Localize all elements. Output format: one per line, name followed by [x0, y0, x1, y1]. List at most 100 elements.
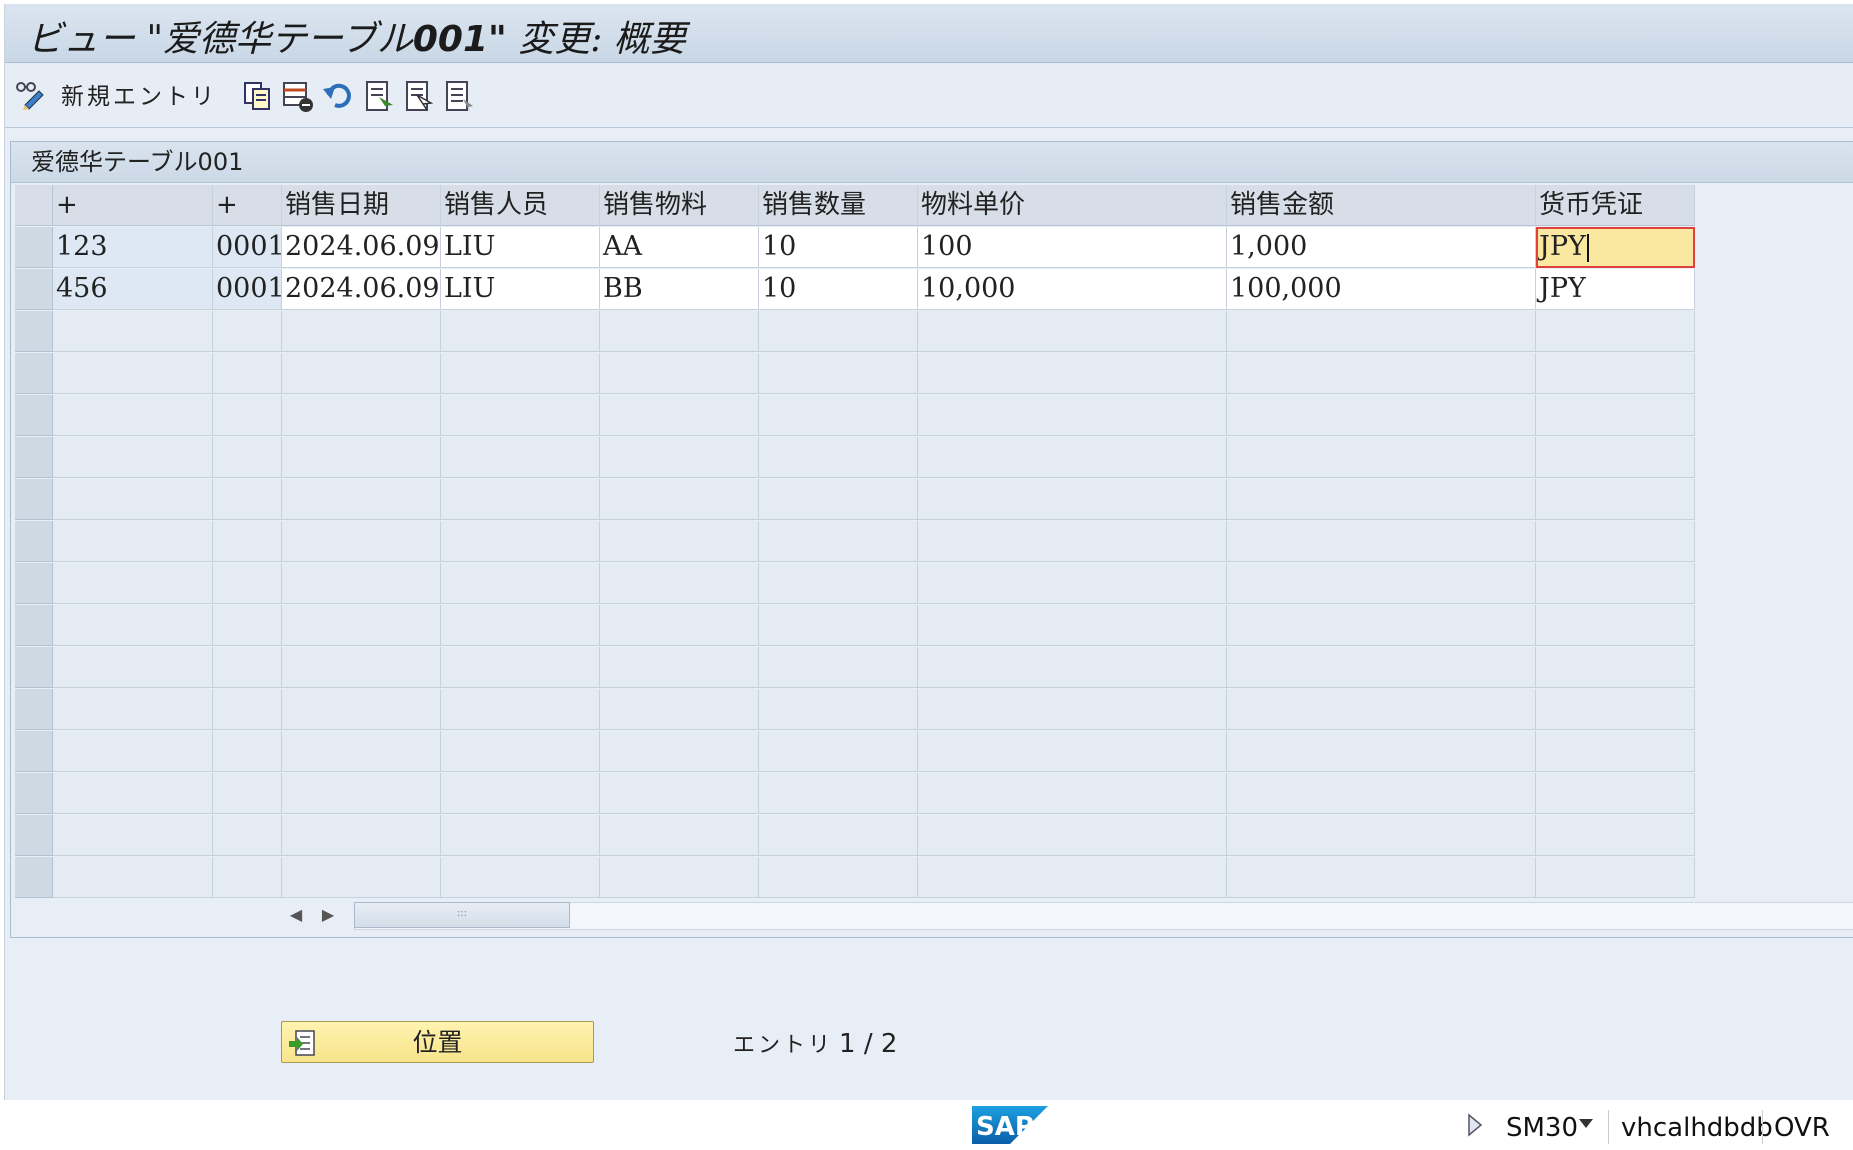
empty-cell[interactable]: [282, 521, 441, 562]
empty-cell[interactable]: [759, 857, 918, 898]
cell-sales-person-col[interactable]: LIU: [441, 227, 600, 268]
row-selector[interactable]: [15, 689, 53, 730]
column-header-sales-material-col[interactable]: 销售物料: [600, 185, 759, 226]
empty-cell[interactable]: [1227, 773, 1536, 814]
empty-cell[interactable]: [53, 647, 213, 688]
empty-cell[interactable]: [600, 815, 759, 856]
empty-cell[interactable]: [213, 689, 282, 730]
empty-cell[interactable]: [441, 857, 600, 898]
empty-cell[interactable]: [441, 689, 600, 730]
empty-cell[interactable]: [1227, 605, 1536, 646]
empty-cell[interactable]: [282, 563, 441, 604]
empty-cell[interactable]: [1227, 353, 1536, 394]
row-selector[interactable]: [15, 479, 53, 520]
empty-cell[interactable]: [282, 815, 441, 856]
empty-cell[interactable]: [759, 479, 918, 520]
empty-cell[interactable]: [600, 689, 759, 730]
horizontal-scrollbar[interactable]: ◀ ▶ :::: [284, 900, 1853, 930]
column-header-unit-price-col[interactable]: 物料单价: [918, 185, 1227, 226]
empty-cell[interactable]: [1536, 857, 1695, 898]
empty-cell[interactable]: [441, 647, 600, 688]
empty-cell[interactable]: [53, 479, 213, 520]
empty-cell[interactable]: [759, 815, 918, 856]
row-selector[interactable]: [15, 311, 53, 352]
cell-sales-amount-col[interactable]: 100,000: [1227, 269, 1536, 310]
empty-cell[interactable]: [1536, 647, 1695, 688]
empty-cell[interactable]: [1536, 353, 1695, 394]
empty-cell[interactable]: [53, 857, 213, 898]
empty-cell[interactable]: [53, 773, 213, 814]
empty-cell[interactable]: [53, 311, 213, 352]
empty-cell[interactable]: [53, 353, 213, 394]
empty-cell[interactable]: [918, 521, 1227, 562]
select-all-icon[interactable]: [363, 79, 397, 113]
row-selector[interactable]: [15, 269, 53, 310]
empty-cell[interactable]: [759, 731, 918, 772]
empty-cell[interactable]: [282, 605, 441, 646]
empty-cell[interactable]: [1536, 437, 1695, 478]
empty-cell[interactable]: [1536, 563, 1695, 604]
empty-cell[interactable]: [441, 479, 600, 520]
scroll-thumb[interactable]: :::: [354, 902, 570, 928]
row-selector[interactable]: [15, 353, 53, 394]
empty-cell[interactable]: [53, 815, 213, 856]
empty-cell[interactable]: [282, 353, 441, 394]
delete-icon[interactable]: [281, 79, 315, 113]
empty-cell[interactable]: [918, 479, 1227, 520]
empty-cell[interactable]: [282, 395, 441, 436]
cell-sales-qty-col[interactable]: 10: [759, 269, 918, 310]
empty-cell[interactable]: [759, 605, 918, 646]
empty-cell[interactable]: [441, 437, 600, 478]
empty-cell[interactable]: [918, 605, 1227, 646]
empty-cell[interactable]: [1227, 857, 1536, 898]
empty-cell[interactable]: [282, 857, 441, 898]
cell-sales-date-col[interactable]: 2024.06.09: [282, 227, 441, 268]
empty-cell[interactable]: [213, 815, 282, 856]
empty-cell[interactable]: [759, 437, 918, 478]
empty-cell[interactable]: [53, 395, 213, 436]
column-header-key-col-2[interactable]: +: [213, 185, 282, 226]
row-selector[interactable]: [15, 731, 53, 772]
empty-cell[interactable]: [1227, 521, 1536, 562]
row-selector[interactable]: [15, 815, 53, 856]
empty-cell[interactable]: [1227, 647, 1536, 688]
empty-cell[interactable]: [918, 815, 1227, 856]
cell-unit-price-col[interactable]: 10,000: [918, 269, 1227, 310]
cell-currency-col[interactable]: JPY: [1536, 227, 1695, 268]
empty-cell[interactable]: [759, 311, 918, 352]
empty-cell[interactable]: [213, 563, 282, 604]
empty-cell[interactable]: [441, 311, 600, 352]
empty-cell[interactable]: [213, 857, 282, 898]
cell-sales-amount-col[interactable]: 1,000: [1227, 227, 1536, 268]
empty-cell[interactable]: [1227, 437, 1536, 478]
empty-cell[interactable]: [441, 353, 600, 394]
empty-cell[interactable]: [600, 521, 759, 562]
undo-icon[interactable]: [321, 79, 355, 113]
empty-cell[interactable]: [600, 773, 759, 814]
empty-cell[interactable]: [918, 353, 1227, 394]
empty-cell[interactable]: [918, 563, 1227, 604]
row-selector[interactable]: [15, 773, 53, 814]
cell-unit-price-col[interactable]: 100: [918, 227, 1227, 268]
empty-cell[interactable]: [282, 437, 441, 478]
transaction-dropdown-icon[interactable]: [1578, 1118, 1594, 1130]
empty-cell[interactable]: [1227, 311, 1536, 352]
empty-cell[interactable]: [1536, 605, 1695, 646]
empty-cell[interactable]: [53, 731, 213, 772]
empty-cell[interactable]: [1536, 815, 1695, 856]
empty-cell[interactable]: [282, 773, 441, 814]
empty-cell[interactable]: [1536, 731, 1695, 772]
column-header-sales-person-col[interactable]: 销售人员: [441, 185, 600, 226]
empty-cell[interactable]: [918, 395, 1227, 436]
empty-cell[interactable]: [600, 731, 759, 772]
empty-cell[interactable]: [213, 395, 282, 436]
empty-cell[interactable]: [441, 395, 600, 436]
empty-cell[interactable]: [441, 815, 600, 856]
empty-cell[interactable]: [918, 311, 1227, 352]
empty-cell[interactable]: [1536, 521, 1695, 562]
empty-cell[interactable]: [600, 563, 759, 604]
empty-cell[interactable]: [918, 731, 1227, 772]
cell-sales-date-col[interactable]: 2024.06.09: [282, 269, 441, 310]
select-block-icon[interactable]: [403, 79, 437, 113]
row-selector[interactable]: [15, 437, 53, 478]
